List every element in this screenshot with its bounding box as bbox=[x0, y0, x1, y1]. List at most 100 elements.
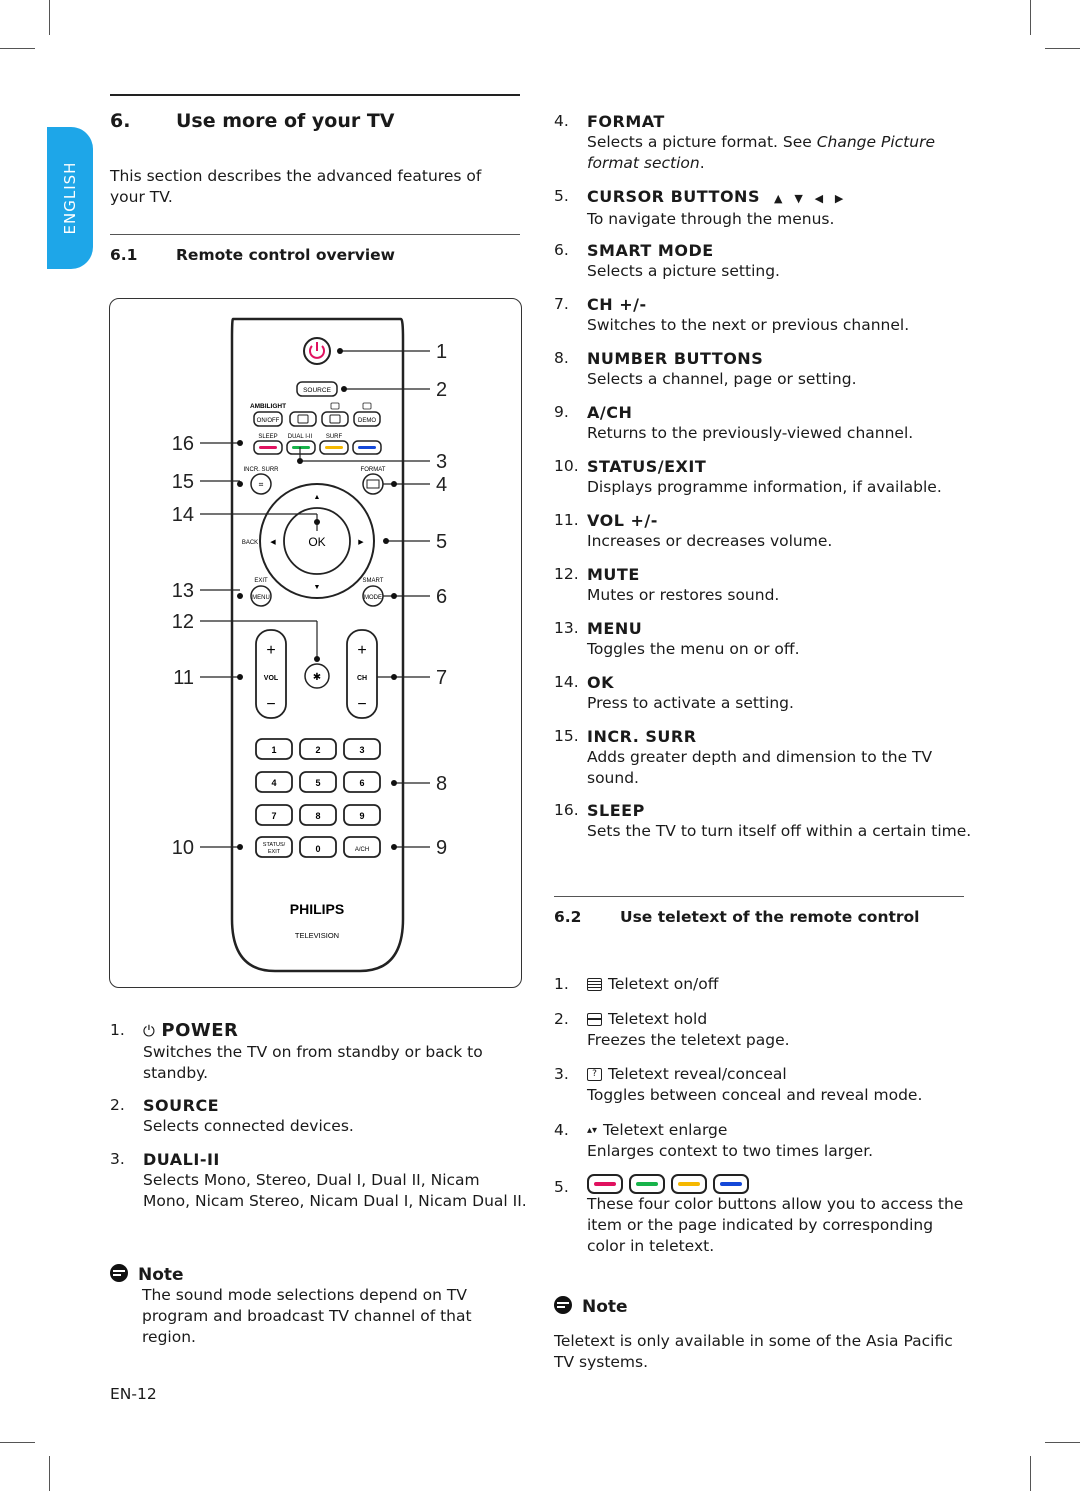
item-desc: Mutes or restores sound. bbox=[587, 586, 780, 604]
chapter-title: 6. Use more of your TV bbox=[110, 110, 395, 132]
color-key-icon bbox=[671, 1173, 707, 1194]
color-key-bar bbox=[325, 446, 343, 449]
note-heading-right: Note bbox=[554, 1296, 628, 1317]
item-number: 4. bbox=[554, 1121, 569, 1139]
callout-number: 5 bbox=[436, 531, 447, 553]
number-label: 8 bbox=[315, 811, 320, 821]
callout-number: 2 bbox=[436, 379, 447, 401]
item-title: SOURCE bbox=[143, 1095, 530, 1116]
color-key-icon bbox=[629, 1173, 665, 1194]
item-title-text: SMART MODE bbox=[587, 241, 714, 260]
format-button bbox=[362, 473, 384, 495]
note-body-left: The sound mode selections depend on TV p… bbox=[142, 1286, 472, 1346]
note-title: Note bbox=[582, 1297, 628, 1317]
chapter-rule bbox=[110, 94, 520, 96]
remote-item: 14. OK Press to activate a setting. bbox=[554, 672, 974, 714]
item-number: 1. bbox=[554, 975, 569, 993]
svg-text:A/CH: A/CH bbox=[355, 847, 369, 853]
callout-number: 16 bbox=[172, 433, 194, 455]
item-title-text: CURSOR BUTTONS bbox=[587, 187, 760, 206]
item-desc: Displays programme information, if avail… bbox=[587, 478, 942, 496]
remote-item: 5. CURSOR BUTTONS ▲ ▼ ◀ ▶ To navigate thro… bbox=[554, 186, 974, 230]
item-title: SLEEP bbox=[587, 800, 974, 821]
remote-item: 2. SOURCE Selects connected devices. bbox=[110, 1095, 530, 1137]
number-label: 2 bbox=[315, 745, 320, 755]
item-title-text: NUMBER BUTTONS bbox=[587, 349, 764, 368]
number-label: 6 bbox=[359, 778, 364, 788]
up-arrow: ▲ bbox=[314, 494, 321, 501]
right-arrow: ▶ bbox=[358, 539, 364, 546]
callout-number: 1 bbox=[436, 341, 447, 363]
callout-number: 13 bbox=[172, 580, 194, 602]
remote-item: 8. NUMBER BUTTONS Selects a channel, page … bbox=[554, 348, 974, 390]
exit-label: EXIT bbox=[254, 578, 268, 584]
item-desc: Returns to the previously-viewed channel… bbox=[587, 424, 914, 442]
item-title: SMART MODE bbox=[587, 240, 974, 261]
item-title-text: MUTE bbox=[587, 565, 640, 584]
left-arrow: ◀ bbox=[270, 539, 276, 546]
item-number: 8. bbox=[554, 349, 569, 367]
remote-item: 12. MUTE Mutes or restores sound. bbox=[554, 564, 974, 606]
color-key-icon bbox=[587, 1173, 623, 1194]
svg-text:EXIT: EXIT bbox=[268, 849, 281, 855]
section-rule-6-2 bbox=[554, 896, 964, 897]
svg-text:⌗: ⌗ bbox=[259, 480, 264, 489]
onoff-label: ON/OFF bbox=[257, 418, 280, 424]
item-number: 13. bbox=[554, 619, 579, 637]
item-desc: Switches to the next or previous channel… bbox=[587, 316, 910, 334]
callout-number: 15 bbox=[172, 471, 194, 493]
down-arrow: ▼ bbox=[314, 584, 321, 591]
cursor-arrows-icon: ▲ ▼ ◀ ▶ bbox=[774, 192, 848, 205]
chapter-title-text: Use more of your TV bbox=[176, 110, 395, 132]
teletext-icon bbox=[587, 978, 602, 991]
color-key-bar bbox=[259, 446, 277, 449]
demo-label: DEMO bbox=[358, 418, 376, 424]
item-number: 3. bbox=[554, 1065, 569, 1083]
item-title: VOL +/- bbox=[587, 510, 974, 531]
teletext-hold-button bbox=[321, 411, 349, 427]
item-desc: Increases or decreases volume. bbox=[587, 532, 833, 550]
note-icon bbox=[554, 1296, 572, 1314]
item-number: 4. bbox=[554, 112, 569, 130]
remote-item: 1. ⏻ POWER Switches the TV on from standby … bbox=[110, 1020, 530, 1084]
item-desc: Selects Mono, Stereo, Dual I, Dual II, N… bbox=[143, 1171, 527, 1210]
item-title-text: FORMAT bbox=[587, 112, 665, 131]
color-key-icon bbox=[713, 1173, 749, 1194]
language-tab: ENGLISH bbox=[47, 127, 93, 269]
dual-label: DUAL I-II bbox=[288, 434, 313, 440]
enlarge-icon: ▴▾ bbox=[587, 1125, 598, 1136]
teletext-item: 5. These four color buttons allow you to … bbox=[554, 1173, 974, 1257]
remote-item: 13. MENU Toggles the menu on or off. bbox=[554, 618, 974, 660]
item-title: INCR. SURR bbox=[587, 726, 974, 747]
remote-figure: SOURCE AMBILIGHT ON/OFF DEMO SLEEP DUAL … bbox=[109, 298, 522, 988]
item-title: CH +/- bbox=[587, 294, 974, 315]
item-desc: Selects a picture format. See Change Pic… bbox=[587, 133, 935, 172]
item-desc: Toggles the menu on or off. bbox=[587, 640, 800, 658]
note-title: Note bbox=[138, 1265, 184, 1285]
item-desc: Selects a channel, page or setting. bbox=[587, 370, 857, 388]
note-body-right: Teletext is only available in some of th… bbox=[554, 1332, 953, 1371]
page-number: EN-12 bbox=[110, 1385, 157, 1403]
teletext-desc: Toggles between conceal and reveal mode. bbox=[587, 1086, 923, 1104]
number-label: 7 bbox=[271, 811, 276, 821]
item-title-text: SOURCE bbox=[143, 1096, 220, 1115]
item-number: 1. bbox=[110, 1021, 125, 1039]
sleep-label: SLEEP bbox=[258, 434, 277, 440]
crop-mark bbox=[0, 48, 35, 49]
crop-mark bbox=[1030, 1456, 1031, 1491]
mute-icon: ✱ bbox=[313, 672, 321, 683]
callout-number: 9 bbox=[436, 837, 447, 859]
item-title: A/CH bbox=[587, 402, 974, 423]
item-desc: Selects a picture setting. bbox=[587, 262, 780, 280]
power-icon: ⏻ bbox=[143, 1022, 156, 1040]
teletext-hold-icon bbox=[587, 1013, 602, 1026]
mode-label: MODE bbox=[364, 595, 382, 601]
item-number: 5. bbox=[554, 187, 569, 205]
callout-number: 10 bbox=[172, 837, 194, 859]
note-icon bbox=[110, 1264, 128, 1282]
teletext-button bbox=[289, 411, 317, 427]
item-number: 12. bbox=[554, 565, 579, 583]
teletext-item: 1. Teletext on/off bbox=[554, 974, 974, 995]
source-label: SOURCE bbox=[303, 387, 331, 394]
color-buttons bbox=[587, 1173, 755, 1194]
